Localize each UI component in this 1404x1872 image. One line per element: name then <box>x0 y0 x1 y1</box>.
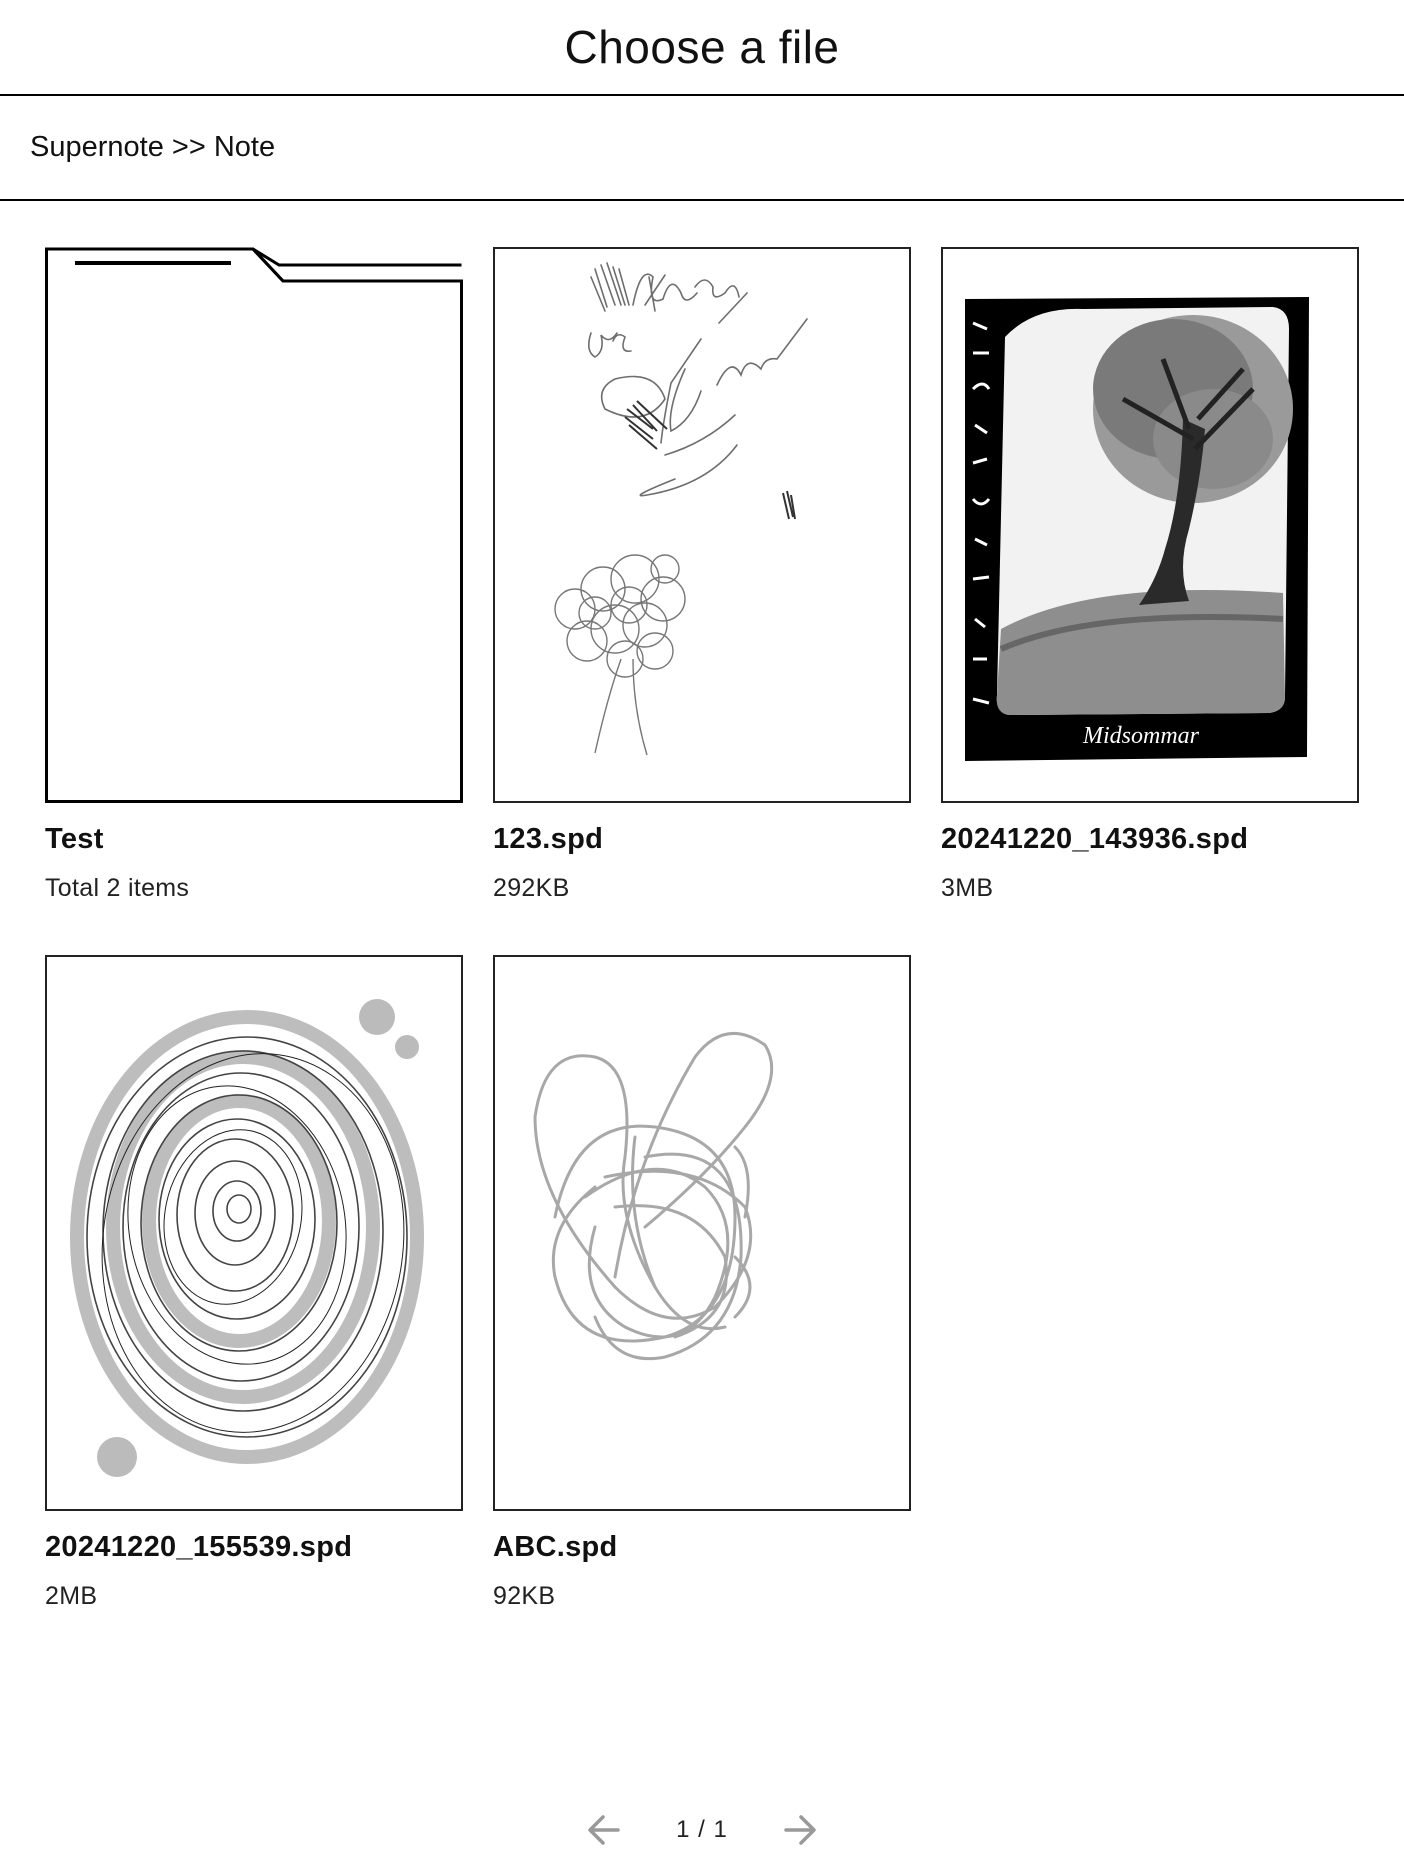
file-item-20241220-143936[interactable]: Midsommar 20241220_143936.spd 3MB <box>941 247 1359 903</box>
arrow-left-icon[interactable] <box>579 1805 629 1855</box>
file-meta: 3MB <box>941 874 994 902</box>
pagination: 1 / 1 <box>0 1800 1404 1860</box>
file-meta: Total 2 items <box>45 874 190 902</box>
file-thumbnail <box>45 955 463 1511</box>
arrow-right-icon[interactable] <box>775 1805 825 1855</box>
file-item-123[interactable]: 123.spd 292KB <box>493 247 911 903</box>
file-name: 123.spd <box>493 823 604 855</box>
page-indicator: 1 / 1 <box>676 1816 728 1843</box>
thumbnail-caption: Midsommar <box>1082 723 1200 749</box>
top-bar: Choose a file <box>0 0 1404 96</box>
folder-item-test[interactable]: Test Total 2 items <box>45 247 463 903</box>
tree-artwork-icon: Midsommar <box>943 249 1357 801</box>
file-name: 20241220_155539.spd <box>45 1531 353 1563</box>
sketch-thumbnail-icon <box>554 262 808 756</box>
scribble-thumbnail-icon <box>533 1031 774 1361</box>
file-meta: 2MB <box>45 1582 98 1610</box>
file-thumbnail: Midsommar <box>941 247 1359 803</box>
spiral-artwork-icon <box>70 999 424 1477</box>
file-thumbnail <box>493 247 911 803</box>
file-name: 20241220_143936.spd <box>941 823 1249 855</box>
breadcrumb: Supernote >> Note <box>0 96 1404 201</box>
file-item-abc[interactable]: ABC.spd 92KB <box>493 955 911 1611</box>
file-meta: 292KB <box>493 874 570 902</box>
folder-icon <box>45 247 463 803</box>
page-title: Choose a file <box>564 21 840 73</box>
breadcrumb-path[interactable]: Supernote >> Note <box>30 131 275 164</box>
file-name: ABC.spd <box>493 1531 618 1563</box>
file-item-20241220-155539[interactable]: 20241220_155539.spd 2MB <box>45 955 463 1611</box>
file-thumbnail <box>493 955 911 1511</box>
file-meta: 92KB <box>493 1582 556 1610</box>
file-name: Test <box>45 823 104 855</box>
